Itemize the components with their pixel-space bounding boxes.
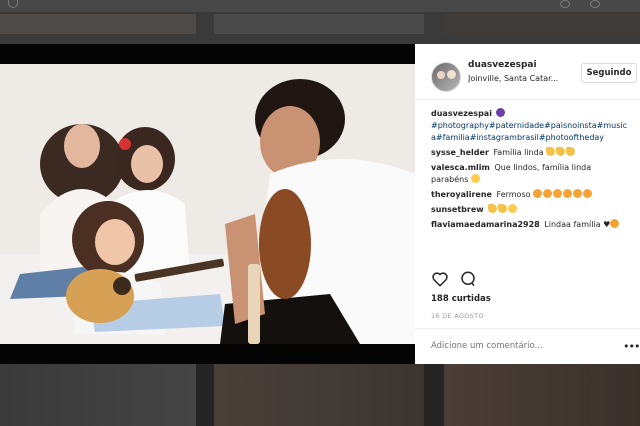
heart-eyes-emoji-icon [543,189,553,198]
background-thumbnail [444,364,640,426]
comment-text: Lindaa família [544,220,601,229]
caption-hashtags[interactable]: #photography#paternidade#paisnoinsta#mus… [431,121,627,142]
location-link[interactable]: Joinville, Santa Catar... [468,74,568,83]
heart-eyes-emoji-icon [610,219,620,228]
background-thumbnail [0,364,196,426]
comment-username[interactable]: theroyalirene [431,190,492,199]
post-header: duasvezespai Joinville, Santa Catar... S… [415,44,640,100]
likes-count[interactable]: 188 curtidas [431,294,491,304]
more-options-icon[interactable]: ••• [623,340,640,353]
following-button[interactable]: Seguindo [581,63,637,83]
background-thumbnail [444,14,640,34]
comments-list: duasvezespai #photography#paternidade#pa… [431,108,631,234]
heart-eyes-emoji-icon [583,189,593,198]
smile-emoji-icon [470,174,480,183]
heart-eyes-emoji-icon [533,189,543,198]
background-thumbnail [214,14,424,34]
family-music-photo [0,64,415,344]
background-nav-bar [0,0,640,12]
heart-eyes-emoji-icon [573,189,583,198]
comment-text: Família linda [493,148,544,157]
comment-username[interactable]: flaviamaedamarina2928 [431,220,540,229]
avatar-face [437,71,445,79]
username-link[interactable]: duasvezespai [468,60,537,70]
raised-hands-emoji-icon [498,204,508,213]
grapes-emoji-icon [496,108,506,117]
comment-item: theroyalirene Fermoso [431,189,631,201]
background-thumbnail [0,14,196,34]
clap-emoji-icon [566,147,576,156]
background-profile-icon [590,0,600,8]
heart-emoji-icon: ♥ [603,220,611,229]
background-feed-top [0,0,640,44]
comment-item: valesca.mlim Que lindos, família linda p… [431,162,631,186]
comment-username[interactable]: sunsetbrew [431,205,484,214]
comment-username[interactable]: valesca.mlim [431,163,490,172]
comment-item: sunsetbrew [431,204,631,216]
comment-icon[interactable] [459,270,477,288]
background-feed-bottom [0,364,640,426]
smile-emoji-icon [508,204,518,213]
comment-text: Fermoso [496,190,531,199]
comment-item: flaviamaedamarina2928 Lindaa família ♥ [431,219,631,231]
comment-item: sysse_helder Família linda [431,147,631,159]
clap-emoji-icon [556,147,566,156]
divider [415,328,640,329]
heart-eyes-emoji-icon [563,189,573,198]
clap-emoji-icon [546,147,556,156]
heart-icon[interactable] [431,270,449,288]
post-actions [431,270,631,288]
post-photo[interactable] [0,44,415,364]
background-heart-icon [560,0,570,8]
avatar[interactable] [431,62,461,92]
raised-hands-emoji-icon [488,204,498,213]
avatar-face [447,70,456,79]
caption-username[interactable]: duasvezespai [431,109,492,118]
comment-username[interactable]: sysse_helder [431,148,489,157]
heart-eyes-emoji-icon [553,189,563,198]
background-thumbnail [214,364,424,426]
caption: duasvezespai #photography#paternidade#pa… [431,108,631,144]
post-date: 16 DE AGOSTO [431,312,484,320]
post-details-panel: duasvezespai Joinville, Santa Catar... S… [415,44,640,364]
add-comment-input[interactable] [431,341,601,351]
